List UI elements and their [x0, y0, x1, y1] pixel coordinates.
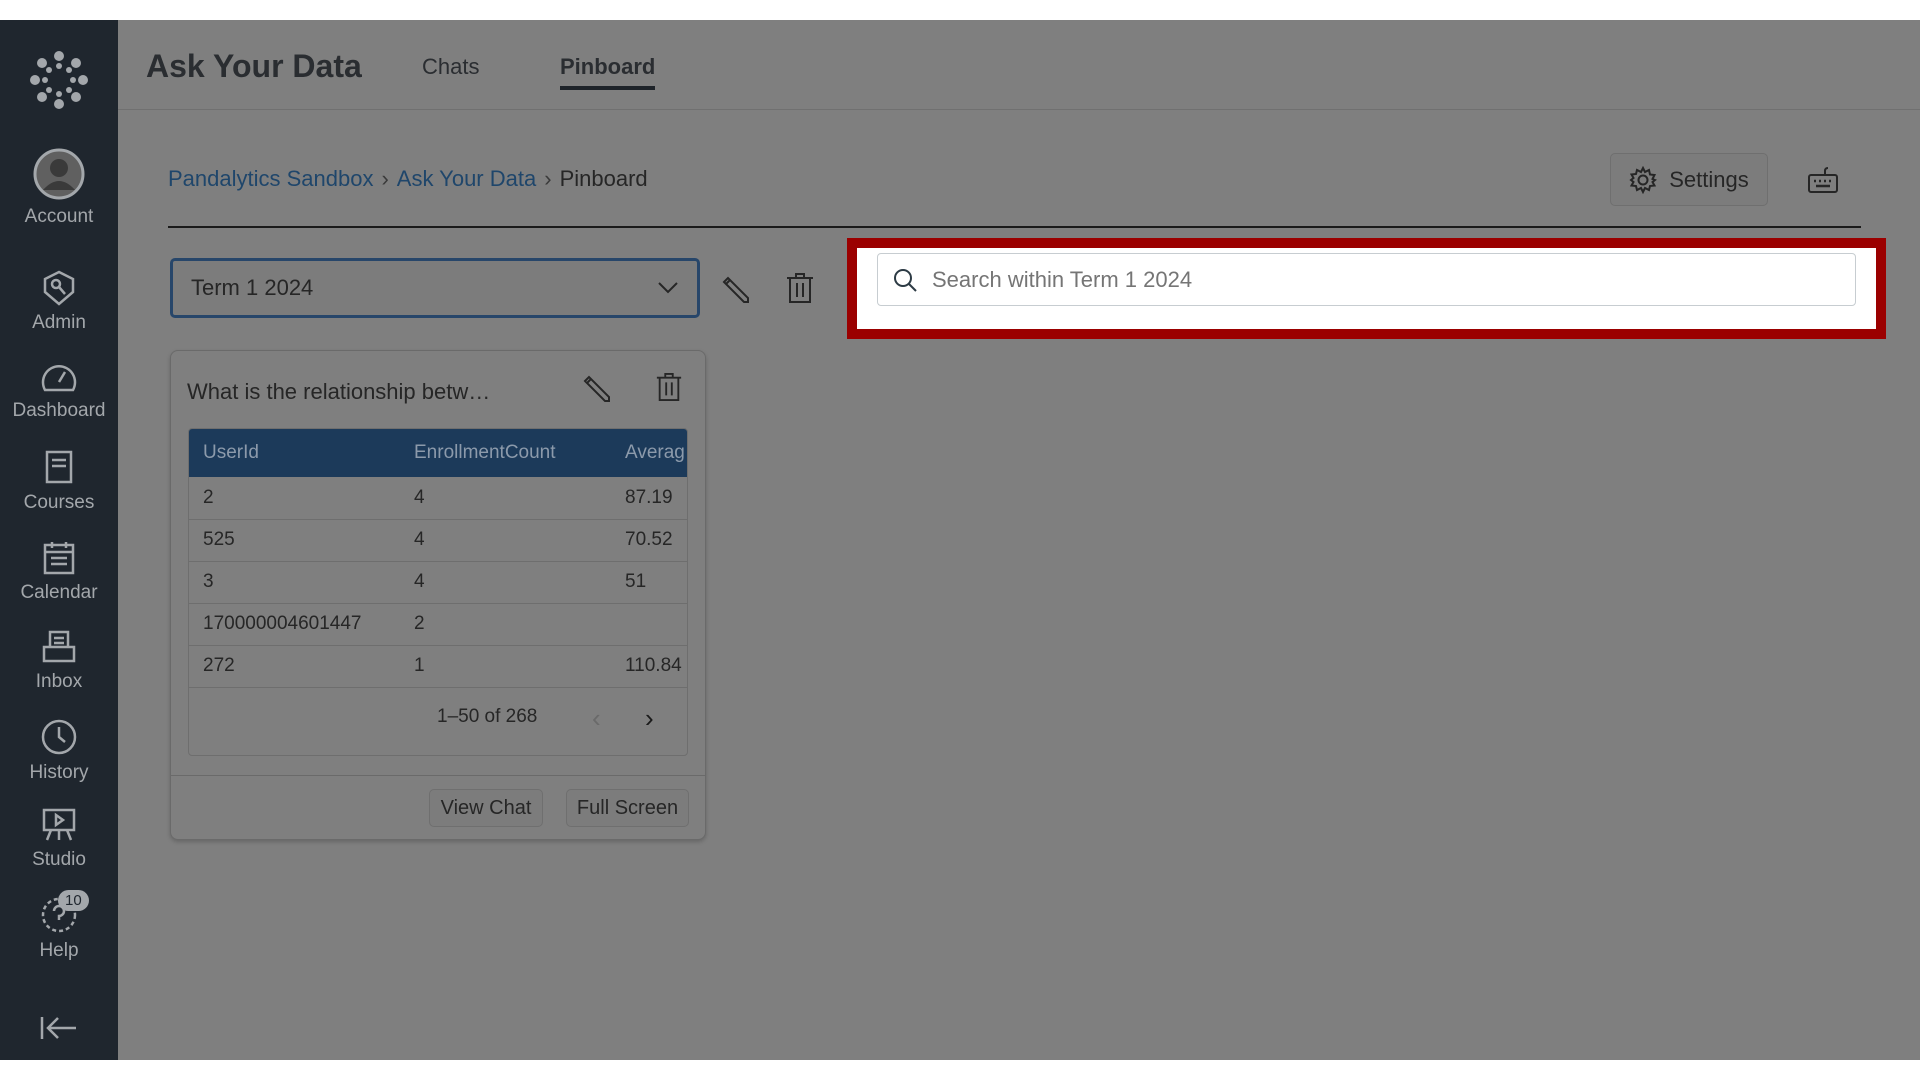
table-cell: 70.52 [611, 519, 687, 562]
table-cell [611, 603, 687, 646]
studio-icon [42, 808, 76, 841]
page-title: Ask Your Data [146, 48, 362, 84]
table-row: 3 4 51 [189, 561, 687, 604]
pinboard-select-value: Term 1 2024 [191, 275, 314, 300]
courses-icon [45, 450, 73, 484]
trash-icon [656, 373, 682, 401]
nav-label: Studio [32, 849, 86, 870]
nav-account[interactable]: Account [0, 148, 118, 228]
nav-label: History [29, 762, 89, 783]
chevron-down-icon [658, 282, 678, 294]
table-cell: 1 [400, 645, 611, 688]
breadcrumb-current: Pinboard [559, 166, 648, 191]
table-cell: 51 [611, 561, 687, 604]
collapse-nav-icon[interactable] [40, 1015, 78, 1046]
divider [168, 226, 1861, 228]
pinned-card: What is the relationship betw… UserId En… [170, 350, 706, 840]
chevron-right-icon: › [381, 166, 389, 191]
nav-help[interactable]: Help 10 [0, 890, 118, 962]
edit-pinboard-button[interactable] [720, 274, 750, 309]
nav-calendar[interactable]: Calendar [0, 540, 118, 604]
nav-inbox[interactable]: Inbox [0, 629, 118, 693]
column-header[interactable]: UserId [189, 429, 400, 477]
inbox-icon [42, 630, 76, 663]
table-cell: 272 [189, 645, 400, 688]
app-screen: Account Admin Dashboard Courses Calendar… [0, 20, 1920, 1060]
account-icon [33, 148, 85, 200]
card-title: What is the relationship betw… [187, 379, 491, 404]
gear-icon [1629, 165, 1658, 194]
nav-label: Courses [23, 492, 95, 513]
help-badge: 10 [58, 890, 89, 911]
nav-label: Inbox [35, 671, 83, 692]
search-input[interactable] [932, 266, 1832, 293]
admin-icon [43, 270, 75, 306]
results-table-container: UserId EnrollmentCount Averag 2 4 87.19 525… [188, 428, 688, 756]
card-footer-divider [171, 775, 705, 776]
pencil-icon [583, 375, 610, 402]
edit-card-button[interactable] [581, 373, 611, 408]
table-cell: 2 [189, 477, 400, 520]
nav-label: Dashboard [12, 400, 106, 421]
nav-dashboard[interactable]: Dashboard [0, 360, 118, 422]
breadcrumb: Pandalytics Sandbox › Ask Your Data › Pinboa… [168, 166, 648, 192]
breadcrumb-pandalytics-sandbox[interactable]: Pandalytics Sandbox [168, 166, 373, 191]
table-cell: 170000004601447 [189, 603, 400, 646]
table-cell: 2 [400, 603, 611, 646]
table-row: 272 1 110.84 [189, 645, 687, 688]
nav-courses[interactable]: Courses [0, 450, 118, 514]
delete-pinboard-button[interactable] [785, 272, 815, 309]
breadcrumb-ask-your-data[interactable]: Ask Your Data [397, 166, 536, 191]
chevron-right-icon: › [544, 166, 552, 191]
search-highlight [847, 238, 1886, 339]
table-row: 525 4 70.52 [189, 519, 687, 562]
table-row: 2 4 87.19 [189, 477, 687, 520]
delete-card-button[interactable] [655, 371, 683, 408]
settings-button[interactable]: Settings [1610, 153, 1768, 206]
app-header: Ask Your Data Chats Pinboard [118, 20, 1920, 110]
column-header[interactable]: Averag [611, 429, 687, 477]
nav-label: Admin [32, 312, 86, 333]
nav-history[interactable]: History [0, 718, 118, 784]
nav-studio[interactable]: Studio [0, 807, 118, 871]
table-cell: 3 [189, 561, 400, 604]
table-cell: 87.19 [611, 477, 687, 520]
nav-label: Calendar [20, 582, 98, 603]
settings-label: Settings [1669, 166, 1749, 192]
table-row: 170000004601447 2 [189, 603, 687, 646]
pinboard-select[interactable]: Term 1 2024 [170, 258, 700, 318]
logo-icon[interactable] [29, 50, 89, 115]
dashboard-icon [41, 365, 77, 392]
nav-admin[interactable]: Admin [0, 270, 118, 334]
next-page-button[interactable]: › [645, 703, 654, 734]
search-input-wrapper[interactable] [877, 253, 1856, 306]
results-table: UserId EnrollmentCount Averag 2 4 87.19 525… [189, 429, 687, 688]
view-chat-button[interactable]: View Chat [429, 789, 543, 827]
full-screen-button[interactable]: Full Screen [566, 789, 689, 827]
table-cell: 4 [400, 477, 611, 520]
tab-pinboard[interactable]: Pinboard [560, 54, 656, 90]
history-icon [41, 719, 77, 755]
table-cell: 110.84 [611, 645, 687, 688]
keyboard-shortcuts-icon[interactable] [1808, 166, 1838, 199]
trash-icon [787, 273, 813, 303]
global-nav: Account Admin Dashboard Courses Calendar… [0, 20, 118, 1060]
table-cell: 4 [400, 519, 611, 562]
table-cell: 4 [400, 561, 611, 604]
nav-label: Help [39, 940, 79, 961]
calendar-icon [43, 542, 75, 575]
search-icon [894, 268, 917, 292]
pagination-label: 1–50 of 268 [437, 706, 538, 727]
nav-label: Account [24, 206, 94, 227]
column-header[interactable]: EnrollmentCount [400, 429, 611, 477]
prev-page-button[interactable]: ‹ [592, 703, 601, 734]
tab-chats[interactable]: Chats [422, 54, 479, 80]
pencil-icon [722, 276, 749, 303]
table-cell: 525 [189, 519, 400, 562]
